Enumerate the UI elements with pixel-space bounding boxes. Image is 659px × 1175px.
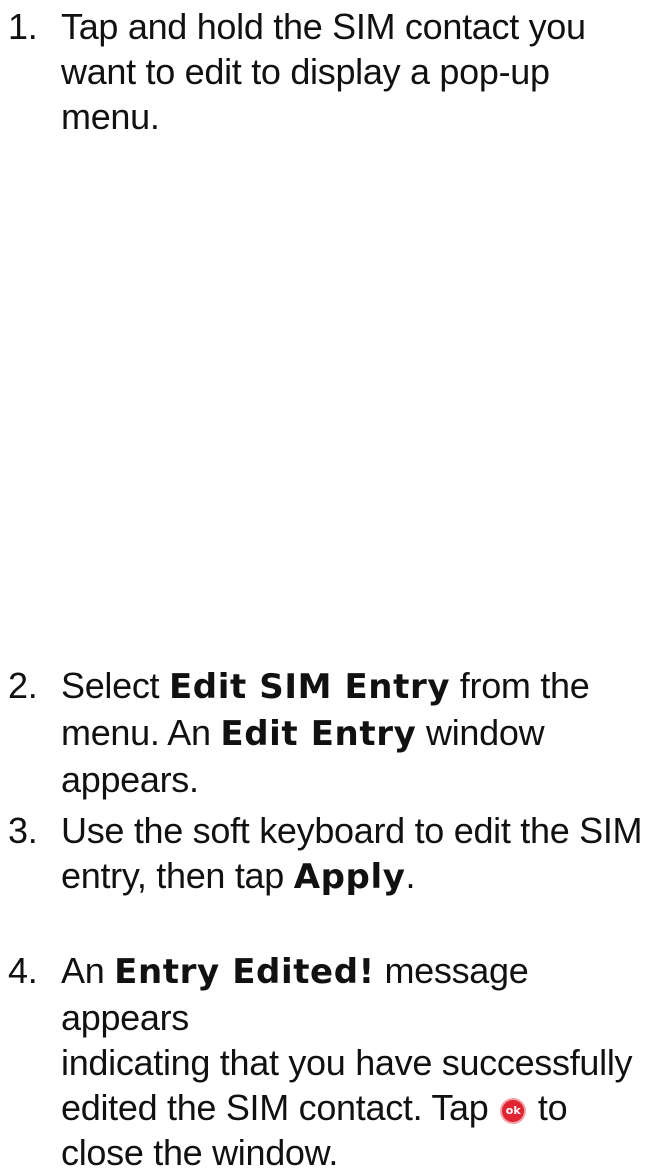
step-line: want to edit to display a pop-up xyxy=(61,51,550,92)
keyword: Entry Edited! xyxy=(114,952,375,992)
text: Select xyxy=(61,665,169,706)
keyword: Apply xyxy=(293,857,406,897)
text: edited the SIM contact. Tap xyxy=(61,1087,499,1128)
step-line: Select Edit SIM Entry from the xyxy=(61,663,659,710)
step-line: menu. An Edit Entry window xyxy=(61,710,659,757)
step-number: 2. xyxy=(8,665,38,706)
text: window xyxy=(416,712,545,753)
text: to xyxy=(528,1087,568,1128)
keyword: Edit SIM Entry xyxy=(168,667,451,707)
step-line: Tap and hold the SIM contact you xyxy=(61,6,586,47)
text: from the xyxy=(450,665,590,706)
step-number: 3. xyxy=(8,810,38,851)
step-text: Tap and hold the SIM contact you want to… xyxy=(61,4,659,139)
step-line: edited the SIM contact. Tap ok to xyxy=(61,1085,659,1130)
text: An xyxy=(61,950,115,991)
manual-page: { "steps": [ { "num": "1.", "lines": [ "… xyxy=(0,0,659,1173)
step-text: Use the soft keyboard to edit the SIM en… xyxy=(61,808,659,900)
step-number: 1. xyxy=(8,6,38,47)
text: . xyxy=(405,855,416,896)
keyword: Edit Entry xyxy=(220,714,417,754)
step-line: indicating that you have successfully xyxy=(61,1042,633,1083)
ok-button-icon: ok xyxy=(500,1098,527,1124)
step-number: 4. xyxy=(8,950,38,991)
step-line: entry, then tap Apply. xyxy=(61,853,659,900)
step-text: An Entry Edited! message appears indicat… xyxy=(61,948,659,1175)
step-line: Use the soft keyboard to edit the SIM xyxy=(61,810,643,851)
step-line: menu. xyxy=(61,96,160,137)
step-text: Select Edit SIM Entry from the menu. An … xyxy=(61,663,659,802)
step-line: appears. xyxy=(61,759,199,800)
step-line: An Entry Edited! message appears xyxy=(61,948,659,1040)
ok-icon-label: ok xyxy=(505,1104,521,1117)
step-line: close the window. xyxy=(61,1132,339,1173)
text: menu. An xyxy=(61,712,221,753)
text: entry, then tap xyxy=(61,855,294,896)
